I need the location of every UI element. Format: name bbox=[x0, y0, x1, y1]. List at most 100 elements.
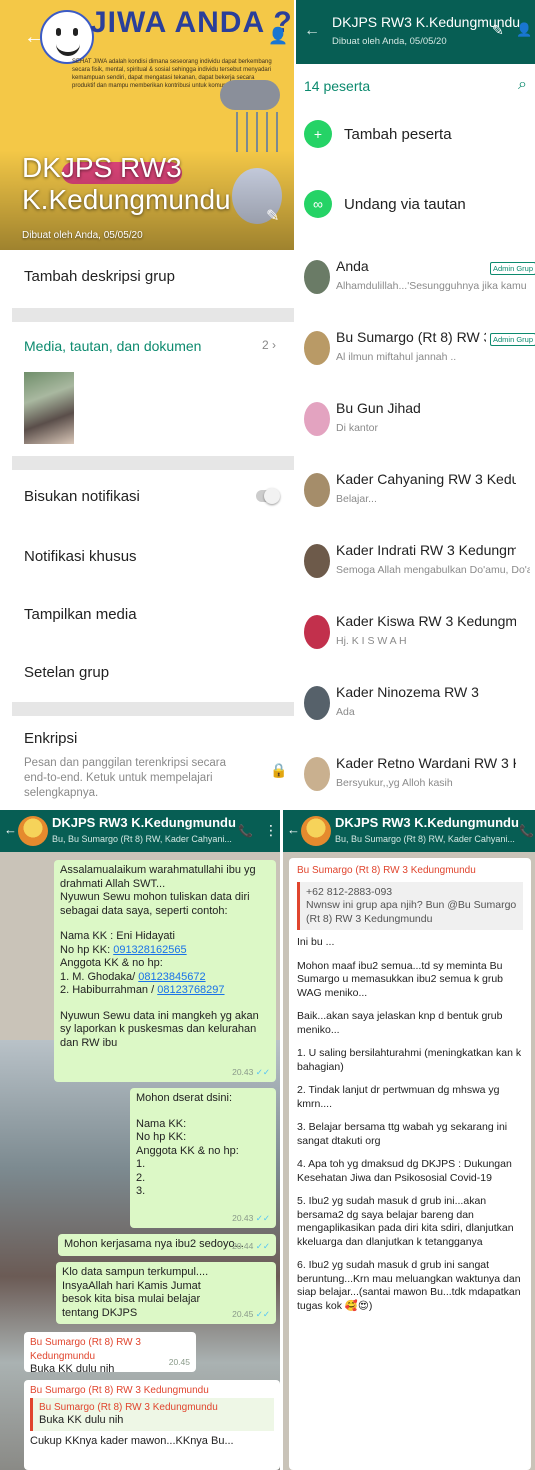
avatar[interactable] bbox=[304, 331, 330, 365]
participant-name: Kader Ninozema RW 3 bbox=[336, 684, 479, 700]
avatar[interactable] bbox=[304, 686, 330, 720]
custom-notifications-row[interactable]: Notifikasi khusus bbox=[0, 548, 294, 565]
group-avatar[interactable] bbox=[18, 816, 48, 846]
phone-link[interactable]: 08123845672 bbox=[138, 971, 205, 983]
participants-group-subtitle: Dibuat oleh Anda, 05/05/20 bbox=[332, 36, 447, 47]
participant-name: Bu Sumargo (Rt 8) RW 3 Ke... bbox=[336, 329, 486, 345]
participant-row[interactable]: Kader Indrati RW 3 Kedungmundu Semoga All… bbox=[296, 536, 535, 606]
participant-name: Anda bbox=[336, 258, 369, 274]
show-media-row[interactable]: Tampilkan media bbox=[0, 606, 294, 623]
cloud-illustration bbox=[220, 80, 280, 110]
participant-status: Ada bbox=[336, 706, 355, 718]
back-arrow-icon[interactable]: ← bbox=[24, 26, 44, 49]
chat-title[interactable]: DKJPS RW3 K.Kedungmundu bbox=[52, 815, 236, 830]
group-settings-row[interactable]: Setelan grup bbox=[0, 664, 294, 681]
participant-row[interactable]: Anda Alhamdulillah...'Sesungguhnya jika k… bbox=[296, 252, 535, 322]
participant-status: Hj. K I S W A H bbox=[336, 635, 407, 647]
participant-status: Bersyukur,,yg Alloh kasih bbox=[336, 777, 453, 789]
avatar[interactable] bbox=[304, 615, 330, 649]
group-avatar[interactable] bbox=[301, 816, 331, 846]
add-participant-icon[interactable]: 👤 bbox=[516, 22, 532, 38]
call-add-icon[interactable]: 📞 bbox=[238, 824, 253, 838]
participant-status: Di kantor bbox=[336, 422, 379, 434]
invite-link-label: Undang via tautan bbox=[344, 196, 466, 213]
poster-headline: JIWA ANDA ? bbox=[90, 6, 293, 39]
message-time: 20.44 ✓✓ bbox=[232, 1240, 270, 1251]
rain-illustration bbox=[228, 112, 278, 152]
message-bubble[interactable]: Mohon dserat dsini: Nama KK: No hp KK: A… bbox=[130, 1088, 276, 1228]
message-bubble[interactable]: Bu Sumargo (Rt 8) RW 3 Kedungmundu Bu Su… bbox=[24, 1380, 280, 1470]
sender-name[interactable]: Bu Sumargo (Rt 8) RW 3 Kedungmundu bbox=[30, 1336, 190, 1363]
participant-status: Alhamdulillah...'Sesungguhnya jika kamu … bbox=[336, 280, 530, 292]
back-arrow-icon[interactable]: ← bbox=[304, 22, 320, 40]
participant-row[interactable]: Kader Kiswa RW 3 Kedungmundu Hj. K I S W … bbox=[296, 607, 535, 677]
quoted-message[interactable]: Bu Sumargo (Rt 8) RW 3 Kedungmundu Buka … bbox=[30, 1397, 274, 1431]
phone-link[interactable]: 08123768297 bbox=[157, 984, 224, 996]
double-check-icon: ✓✓ bbox=[255, 1308, 270, 1319]
avatar[interactable] bbox=[304, 260, 330, 294]
search-icon[interactable]: ⌕ bbox=[518, 76, 527, 94]
message-bubble[interactable]: Assalamualaikum warahmatullahi ibu yg dr… bbox=[54, 860, 276, 1082]
message-bubble[interactable]: Mohon kerjasama nya ibu2 sedoyo... 20.44… bbox=[58, 1234, 276, 1256]
encryption-description: Pesan dan panggilan terenkripsi secara e… bbox=[24, 757, 227, 799]
participant-row[interactable]: Bu Sumargo (Rt 8) RW 3 Ke... Al ilmun mif… bbox=[296, 323, 535, 393]
message-bubble[interactable]: Bu Sumargo (Rt 8) RW 3 Kedungmundu +62 8… bbox=[289, 858, 531, 1470]
mute-toggle[interactable] bbox=[256, 488, 280, 504]
participant-name: Kader Indrati RW 3 Kedungmundu bbox=[336, 542, 516, 558]
back-arrow-icon[interactable]: ← bbox=[4, 822, 17, 837]
participants-panel: ← DKJPS RW3 K.Kedungmundu Dibuat oleh An… bbox=[296, 0, 535, 808]
message-time: 20.43 ✓✓ bbox=[232, 1066, 270, 1077]
group-settings-label: Setelan grup bbox=[24, 664, 110, 681]
admin-badge: Admin Grup bbox=[490, 262, 535, 275]
chat-header: ← DKJPS RW3 K.Kedungmundu Bu, Bu Sumargo… bbox=[0, 810, 280, 852]
avatar[interactable] bbox=[304, 473, 330, 507]
avatar[interactable] bbox=[304, 544, 330, 578]
add-participant-button[interactable]: + Tambah peserta bbox=[304, 118, 534, 154]
group-name: DKJPS RW3 K.Kedungmundu bbox=[22, 152, 231, 215]
phone-link[interactable]: 091328162565 bbox=[113, 944, 186, 956]
pencil-icon[interactable]: ✎ bbox=[492, 22, 504, 39]
message-time: 20.45 bbox=[168, 1356, 190, 1367]
participant-name: Kader Kiswa RW 3 Kedungmundu bbox=[336, 613, 516, 629]
sender-name[interactable]: Bu Sumargo (Rt 8) RW 3 Kedungmundu bbox=[30, 1384, 274, 1398]
media-thumbnail[interactable] bbox=[24, 372, 74, 444]
group-photo[interactable]: JIWA ANDA ? SEHAT JIWA adalah kondisi di… bbox=[0, 0, 294, 250]
back-arrow-icon[interactable]: ← bbox=[287, 822, 300, 837]
double-check-icon: ✓✓ bbox=[255, 1240, 270, 1251]
chat-panel-right: ← DKJPS RW3 K.Kedungmundu Bu, Bu Sumargo… bbox=[283, 810, 535, 1470]
message-time: 20.43 ✓✓ bbox=[232, 1212, 270, 1223]
chat-title[interactable]: DKJPS RW3 K.Kedungmundu bbox=[335, 815, 519, 830]
message-bubble[interactable]: Bu Sumargo (Rt 8) RW 3 Kedungmundu Buka … bbox=[24, 1332, 196, 1375]
sender-name[interactable]: Bu Sumargo (Rt 8) RW 3 Kedungmundu bbox=[297, 864, 523, 878]
custom-notifications-label: Notifikasi khusus bbox=[24, 548, 137, 565]
quoted-message[interactable]: +62 812-2883-093 Nwnsw ini grup apa njih… bbox=[297, 881, 523, 930]
chat-panel-left: ← DKJPS RW3 K.Kedungmundu Bu, Bu Sumargo… bbox=[0, 810, 280, 1470]
double-check-icon: ✓✓ bbox=[255, 1066, 270, 1077]
chat-header: ← DKJPS RW3 K.Kedungmundu Bu, Bu Sumargo… bbox=[283, 810, 535, 852]
participant-status: Belajar... bbox=[336, 493, 377, 505]
chat-subtitle: Bu, Bu Sumargo (Rt 8) RW, Kader Cahyani.… bbox=[335, 834, 515, 844]
media-row[interactable]: Media, tautan, dan dokumen 2 › bbox=[0, 338, 294, 355]
mute-notifications-label: Bisukan notifikasi bbox=[24, 488, 140, 505]
avatar[interactable] bbox=[304, 402, 330, 436]
invite-link-button[interactable]: ∞ Undang via tautan bbox=[304, 188, 534, 224]
participant-row[interactable]: Bu Gun Jihad Di kantor bbox=[296, 394, 535, 464]
encryption-row[interactable]: Enkripsi bbox=[0, 730, 294, 747]
participant-row[interactable]: Kader Ninozema RW 3 Ada bbox=[296, 678, 535, 748]
add-person-icon: + bbox=[304, 120, 332, 148]
participant-row[interactable]: Kader Retno Wardani RW 3 Kedungm... Bersy… bbox=[296, 749, 535, 808]
more-options-icon[interactable]: ⋮ bbox=[264, 822, 278, 839]
participant-count: 14 peserta bbox=[304, 78, 371, 94]
avatar[interactable] bbox=[304, 757, 330, 791]
show-media-label: Tampilkan media bbox=[24, 606, 137, 623]
call-add-icon[interactable]: 📞 bbox=[519, 824, 534, 838]
message-time: 20.45 ✓✓ bbox=[232, 1308, 270, 1319]
add-description-row[interactable]: Tambah deskripsi grup bbox=[0, 268, 294, 285]
pencil-icon[interactable]: ✎ bbox=[266, 206, 279, 226]
encryption-label: Enkripsi bbox=[24, 730, 78, 747]
chat-subtitle: Bu, Bu Sumargo (Rt 8) RW, Kader Cahyani.… bbox=[52, 834, 232, 844]
mute-notifications-row[interactable]: Bisukan notifikasi bbox=[0, 488, 294, 505]
add-participant-icon[interactable]: 👤 bbox=[268, 26, 288, 46]
participant-row[interactable]: Kader Cahyaning RW 3 Kedungmundu Belajar.… bbox=[296, 465, 535, 535]
message-bubble[interactable]: Klo data sampun terkumpul.... InsyaAllah… bbox=[56, 1262, 276, 1324]
